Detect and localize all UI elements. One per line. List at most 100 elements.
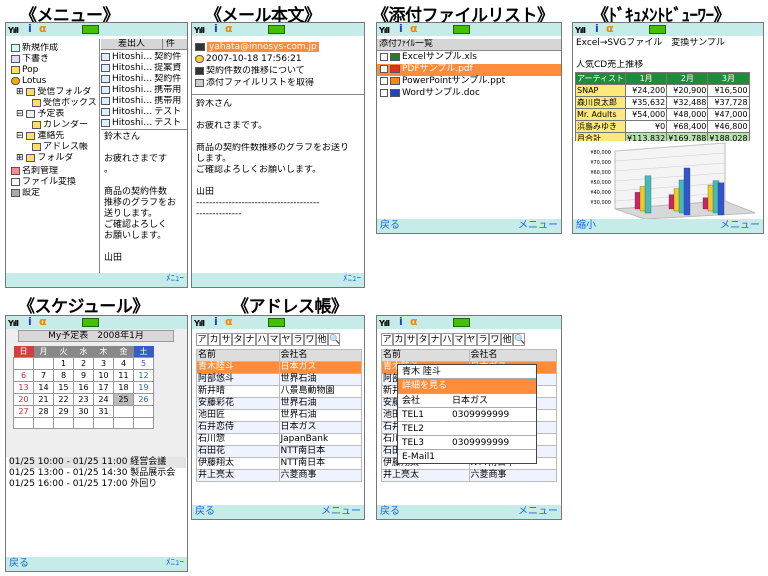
calendar-day[interactable] bbox=[73, 417, 94, 429]
attach-file-row[interactable]: Wordサンプル.doc bbox=[377, 88, 561, 100]
calendar-day[interactable] bbox=[53, 417, 74, 429]
search-icon[interactable]: 🔍 bbox=[328, 333, 340, 346]
back-softkey[interactable]: 戻る bbox=[380, 220, 400, 231]
calendar-day[interactable]: 11 bbox=[113, 369, 134, 382]
mail-list-row[interactable]: Hitoshi… テスト bbox=[101, 107, 187, 118]
event-item[interactable]: 01/25 10:00 - 01/25 11:00 経営会議 bbox=[9, 457, 186, 468]
tree-item[interactable]: Lotus bbox=[11, 76, 46, 87]
mail-list-row[interactable]: Hitoshi… テスト bbox=[101, 118, 187, 129]
calendar-day[interactable]: 16 bbox=[73, 381, 94, 394]
calendar-day[interactable]: 3 bbox=[93, 357, 114, 370]
kana-tab[interactable]: カ bbox=[393, 333, 405, 346]
event-item[interactable]: 01/25 13:00 - 01/25 14:30 製品展示会 bbox=[9, 468, 186, 479]
tree-item[interactable]: アドレス帳 bbox=[32, 142, 88, 153]
calendar-day[interactable]: 7 bbox=[33, 369, 54, 382]
calendar-day[interactable]: 31 bbox=[93, 405, 114, 418]
calendar-day[interactable]: 8 bbox=[53, 369, 74, 382]
back-softkey[interactable]: 戻る bbox=[195, 506, 215, 517]
kana-tab[interactable]: カ bbox=[208, 333, 220, 346]
addr-row[interactable]: 青木陸斗日本ガス bbox=[196, 361, 362, 374]
calendar-day[interactable]: 30 bbox=[73, 405, 94, 418]
addr-row[interactable]: 石田花NTT南日本 bbox=[196, 445, 362, 458]
calendar-day[interactable]: 21 bbox=[33, 393, 54, 406]
calendar-day[interactable] bbox=[13, 357, 34, 370]
popup-field-row[interactable]: TEL2 bbox=[398, 421, 536, 435]
calendar-day[interactable] bbox=[93, 417, 114, 429]
checkbox-icon[interactable] bbox=[380, 52, 388, 61]
calendar-day[interactable]: 14 bbox=[33, 381, 54, 394]
popup-field-row[interactable]: TEL3 0309999999 bbox=[398, 435, 536, 449]
calendar-day[interactable] bbox=[133, 417, 154, 429]
tree-item[interactable]: ⊟ 予定表 bbox=[16, 109, 64, 120]
calendar-day[interactable]: 2 bbox=[73, 357, 94, 370]
addr-row[interactable]: 新井晴八景島動物園 bbox=[196, 385, 362, 398]
kana-tab[interactable]: ハ bbox=[256, 333, 268, 346]
checkbox-icon[interactable] bbox=[380, 88, 388, 97]
mail-list-row[interactable]: Hitoshi… 提案資 bbox=[101, 63, 187, 74]
kana-tab[interactable]: ワ bbox=[304, 333, 316, 346]
calendar-day[interactable] bbox=[113, 405, 134, 418]
event-item[interactable]: 01/25 16:00 - 01/25 17:00 外回り bbox=[9, 479, 186, 490]
addr-row[interactable]: 井上亮太 六菱商事 bbox=[196, 469, 362, 482]
tree-item[interactable]: Pop bbox=[11, 65, 38, 76]
menu-softkey[interactable]: ﾒﾆｭｰ bbox=[166, 274, 184, 285]
calendar-day[interactable]: 1 bbox=[53, 357, 74, 370]
kana-tab[interactable]: ヤ bbox=[280, 333, 292, 346]
kana-tab[interactable]: ヤ bbox=[465, 333, 477, 346]
calendar-day[interactable] bbox=[13, 417, 34, 429]
shrink-softkey[interactable]: 縮小 bbox=[576, 220, 596, 231]
addr-row[interactable]: 石井恋侍日本ガス bbox=[196, 421, 362, 434]
checkbox-icon[interactable] bbox=[380, 64, 388, 73]
checkbox-icon[interactable] bbox=[380, 76, 388, 85]
tree-item[interactable]: 新規作成 bbox=[11, 43, 58, 54]
menu-softkey[interactable]: ﾒﾆｭｰ bbox=[166, 558, 184, 569]
attach-file-row[interactable]: PDFサンプル.pdf bbox=[377, 64, 561, 76]
mail-list-row[interactable]: Hitoshi… 携帯用 bbox=[101, 85, 187, 96]
folder-tree[interactable]: 新規作成 下書き Pop Lotus ⊞ 受信フォルダ 受信ボックス ⊟ 予定表… bbox=[8, 39, 100, 274]
calendar-day[interactable] bbox=[33, 357, 54, 370]
back-softkey[interactable]: 戻る bbox=[9, 558, 29, 569]
mail-list-row[interactable]: Hitoshi… 契約件 bbox=[101, 74, 187, 85]
addr-row[interactable]: 井上亮太 六菱商事 bbox=[381, 469, 557, 482]
tree-item[interactable]: 受信ボックス bbox=[32, 98, 97, 109]
kana-tab[interactable]: タ bbox=[417, 333, 429, 346]
calendar-day[interactable] bbox=[113, 417, 134, 429]
menu-softkey[interactable]: メニュー bbox=[720, 220, 760, 231]
calendar-day[interactable]: 27 bbox=[13, 405, 34, 418]
tree-item[interactable]: カレンダー bbox=[32, 120, 88, 131]
calendar-day[interactable]: 20 bbox=[13, 393, 34, 406]
kana-tab[interactable]: サ bbox=[405, 333, 417, 346]
popup-field-row[interactable]: E-Mail1 bbox=[398, 449, 536, 463]
search-icon[interactable]: 🔍 bbox=[513, 333, 525, 346]
calendar-day[interactable]: 28 bbox=[33, 405, 54, 418]
addr-row[interactable]: 池田匠世界石油 bbox=[196, 409, 362, 422]
from-address[interactable]: yahata@innosys-com.jp bbox=[207, 42, 319, 52]
tree-item[interactable]: 名刺管理 bbox=[11, 166, 58, 177]
calendar-day[interactable]: 12 bbox=[133, 369, 154, 382]
kana-tab[interactable]: 他 bbox=[501, 333, 513, 346]
kana-tab[interactable]: マ bbox=[453, 333, 465, 346]
addr-row[interactable]: 石川惣JapanBank bbox=[196, 433, 362, 446]
kana-tab[interactable]: 他 bbox=[316, 333, 328, 346]
tree-item[interactable]: 設定 bbox=[11, 188, 40, 199]
menu-softkey[interactable]: メニュー bbox=[321, 506, 361, 517]
calendar-day[interactable]: 5 bbox=[133, 357, 154, 370]
tree-item[interactable]: ⊞ 受信フォルダ bbox=[16, 87, 91, 98]
calendar-day[interactable]: 4 bbox=[113, 357, 134, 370]
calendar-day[interactable]: 25 bbox=[113, 393, 134, 406]
mail-list-row[interactable]: Hitoshi… 契約件 bbox=[101, 52, 187, 63]
calendar-day[interactable]: 9 bbox=[73, 369, 94, 382]
calendar-day[interactable]: 26 bbox=[133, 393, 154, 406]
calendar-day[interactable]: 29 bbox=[53, 405, 74, 418]
kana-tab[interactable]: タ bbox=[232, 333, 244, 346]
back-softkey[interactable]: 戻る bbox=[380, 506, 400, 517]
popup-field-row[interactable]: 会社 日本ガス bbox=[398, 393, 536, 407]
calendar-day[interactable]: 24 bbox=[93, 393, 114, 406]
calendar-day[interactable]: 6 bbox=[13, 369, 34, 382]
kana-tab[interactable]: ラ bbox=[477, 333, 489, 346]
kana-tab[interactable]: ア bbox=[381, 333, 393, 346]
tree-item[interactable]: ⊟ 連絡先 bbox=[16, 131, 64, 142]
menu-softkey[interactable]: メニュー bbox=[518, 220, 558, 231]
attach-file-row[interactable]: PowerPointサンプル.ppt bbox=[377, 76, 561, 88]
kana-tab[interactable]: マ bbox=[268, 333, 280, 346]
